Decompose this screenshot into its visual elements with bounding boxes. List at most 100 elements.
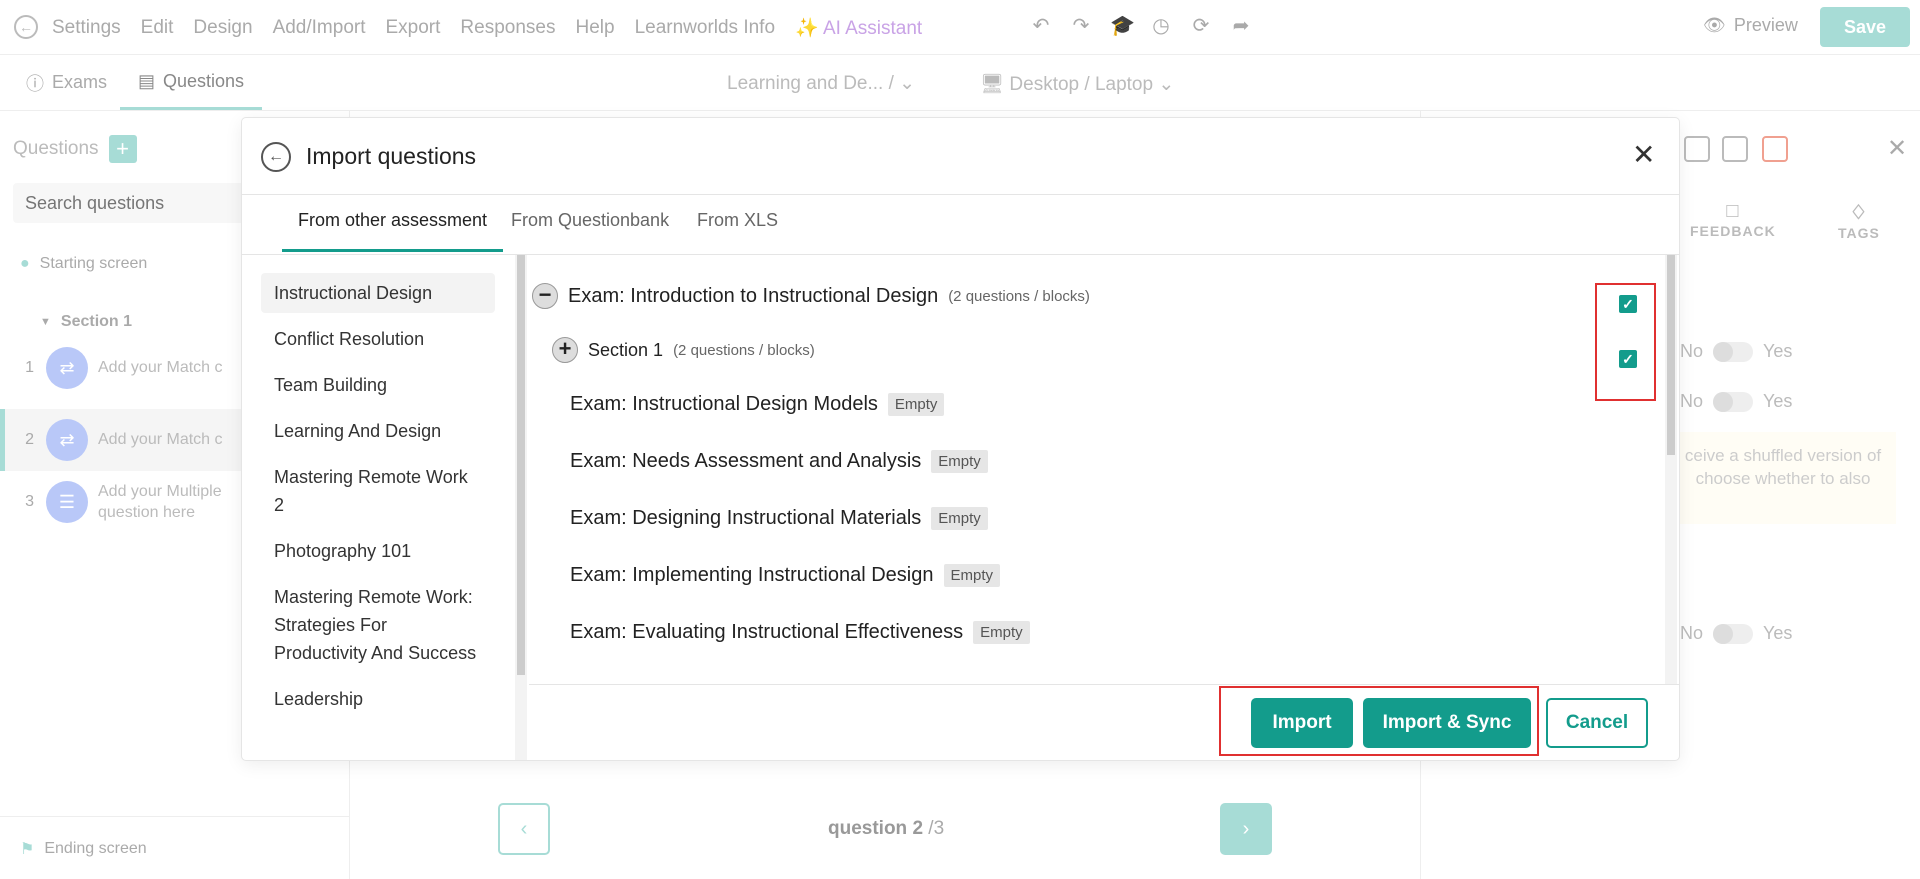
empty-badge: Empty: [943, 564, 1001, 587]
assessment-item[interactable]: Instructional Design: [261, 273, 495, 313]
empty-badge: Empty: [931, 507, 988, 530]
save-button[interactable]: Save: [1820, 7, 1910, 47]
tab-tags-label: TAGS: [1838, 225, 1880, 241]
question-number: 2: [25, 431, 34, 448]
toggle-switch[interactable]: No Yes: [1680, 391, 1792, 412]
toggle-no-label: No: [1680, 623, 1704, 643]
menu-ai-assistant[interactable]: ✨ AI Assistant: [795, 16, 922, 40]
tab-feedback[interactable]: □ FEEDBACK: [1690, 200, 1776, 239]
trash-icon[interactable]: [1762, 136, 1788, 162]
starting-screen-item[interactable]: ● Starting screen: [20, 255, 147, 273]
toggle-track: [1713, 341, 1754, 362]
assessment-item[interactable]: Mastering Remote Work: Strategies For Pr…: [261, 577, 495, 673]
assessment-item[interactable]: Mastering Remote Work 2: [261, 457, 495, 525]
add-question-icon[interactable]: +: [108, 135, 137, 163]
shuffle-icon: ⇄: [46, 347, 88, 389]
exam-row[interactable]: Exam: Needs Assessment and Analysis Empt…: [570, 450, 988, 473]
device-label: Desktop / Laptop: [1009, 74, 1154, 95]
ending-screen-label: Ending screen: [44, 840, 147, 857]
ending-screen-item[interactable]: ⚑ Ending screen: [0, 816, 350, 879]
assessment-item[interactable]: Conflict Resolution: [261, 319, 495, 359]
undo-icon[interactable]: ↶: [1030, 13, 1052, 39]
tab-from-other-assessment[interactable]: From other assessment: [282, 210, 504, 252]
menu-settings[interactable]: Settings: [52, 17, 121, 39]
menu-edit[interactable]: Edit: [141, 17, 174, 39]
modal-title: Import questions: [306, 143, 477, 169]
assessment-item[interactable]: Team Building: [261, 365, 495, 405]
question-text: Add your Match c: [98, 431, 223, 448]
question-current: question 2: [828, 818, 924, 839]
tab-tags[interactable]: ♢ TAGS: [1838, 200, 1880, 241]
menu-design[interactable]: Design: [193, 17, 252, 39]
sidebar-title-label: Questions: [13, 138, 99, 159]
highlight-box: [1595, 283, 1656, 401]
expand-icon[interactable]: +: [552, 337, 578, 363]
toggle-yes-label: Yes: [1763, 341, 1793, 361]
list-scrollbar-thumb[interactable]: [517, 255, 525, 675]
toggle-switch[interactable]: No Yes: [1680, 623, 1792, 644]
questions-icon: ▤: [138, 70, 156, 91]
menu-add-import[interactable]: Add/Import: [273, 17, 366, 39]
back-arrow-icon[interactable]: ←: [261, 142, 291, 172]
toggle-track: [1713, 391, 1754, 412]
exam-row[interactable]: Exam: Instructional Design Models Empty: [570, 393, 945, 416]
graduation-cap-icon[interactable]: 🎓: [1110, 13, 1135, 39]
assessment-item[interactable]: Photography 101: [261, 531, 495, 571]
preview-button[interactable]: 👁 Preview: [1703, 15, 1798, 36]
exam-row[interactable]: Exam: Evaluating Instructional Effective…: [570, 621, 1030, 644]
question-tree: − Exam: Introduction to Instructional De…: [532, 255, 1660, 685]
redo-icon[interactable]: ↷: [1070, 13, 1092, 39]
back-icon[interactable]: ←: [14, 15, 38, 39]
exam-count: (2 questions / blocks): [948, 287, 1090, 305]
tab-questions[interactable]: ▤ Questions: [120, 55, 263, 110]
toggle-switch[interactable]: No Yes: [1680, 341, 1792, 362]
next-question-button[interactable]: ›: [1220, 803, 1272, 855]
sync-icon[interactable]: ⟳: [1190, 13, 1212, 39]
toggle-yes-label: Yes: [1763, 623, 1793, 643]
sidebar-title: Questions +: [13, 135, 137, 163]
flag-icon: ⚑: [20, 841, 35, 858]
menu-help[interactable]: Help: [575, 17, 614, 39]
menu-learnworlds-info[interactable]: Learnworlds Info: [635, 17, 775, 39]
question-number: 1: [25, 359, 34, 376]
chevron-down-icon: ⌄: [1158, 74, 1175, 95]
empty-badge: Empty: [973, 621, 1030, 644]
previous-question-button[interactable]: ‹: [498, 803, 550, 855]
device-selector[interactable]: 🖥 Desktop / Laptop ⌄: [980, 72, 1174, 96]
list-icon: ☰: [46, 481, 88, 523]
question-counter: question 2 /3: [828, 818, 944, 840]
starting-screen-label: Starting screen: [39, 255, 148, 272]
breadcrumb[interactable]: Learning and De... / ⌄: [727, 72, 915, 95]
tree-exam-row: − Exam: Introduction to Instructional De…: [532, 283, 1090, 309]
tab-exams[interactable]: ⓘ Exams: [26, 55, 107, 110]
close-icon[interactable]: ✕: [1632, 138, 1655, 171]
section-item[interactable]: ▼ Section 1: [40, 313, 132, 331]
history-icon[interactable]: ◷: [1150, 13, 1172, 39]
ai-assistant-label: AI Assistant: [822, 17, 923, 39]
close-panel-icon[interactable]: ✕: [1887, 134, 1907, 163]
section-label: Section 1: [60, 313, 133, 330]
tab-from-questionbank[interactable]: From Questionbank: [511, 210, 669, 252]
main-menu: Settings Edit Design Add/Import Export R…: [52, 0, 922, 55]
empty-badge: Empty: [931, 450, 988, 473]
share-icon[interactable]: ➦: [1230, 13, 1252, 39]
assessment-item[interactable]: Leadership: [261, 679, 495, 719]
tab-from-xls[interactable]: From XLS: [697, 210, 778, 252]
assessment-item[interactable]: Learning And Design: [261, 411, 495, 451]
collapse-icon[interactable]: −: [532, 283, 558, 309]
menu-export[interactable]: Export: [386, 17, 441, 39]
toggle-track: [1713, 623, 1754, 644]
cancel-button[interactable]: Cancel: [1546, 698, 1648, 748]
exam-row[interactable]: Exam: Designing Instructional Materials …: [570, 507, 988, 530]
eye-icon: 👁: [1703, 15, 1726, 35]
exam-name: Exam: Evaluating Instructional Effective…: [570, 621, 964, 643]
menu-responses[interactable]: Responses: [460, 17, 555, 39]
duplicate-icon[interactable]: [1722, 136, 1748, 162]
section-count: (2 questions / blocks): [673, 341, 815, 359]
tree-scrollbar-thumb[interactable]: [1667, 255, 1675, 455]
shuffle-icon: ⇄: [46, 419, 88, 461]
toggle-no-label: No: [1680, 341, 1704, 361]
tab-exams-label: Exams: [52, 72, 108, 92]
copy-icon[interactable]: [1684, 136, 1710, 162]
exam-row[interactable]: Exam: Implementing Instructional Design …: [570, 564, 1001, 587]
